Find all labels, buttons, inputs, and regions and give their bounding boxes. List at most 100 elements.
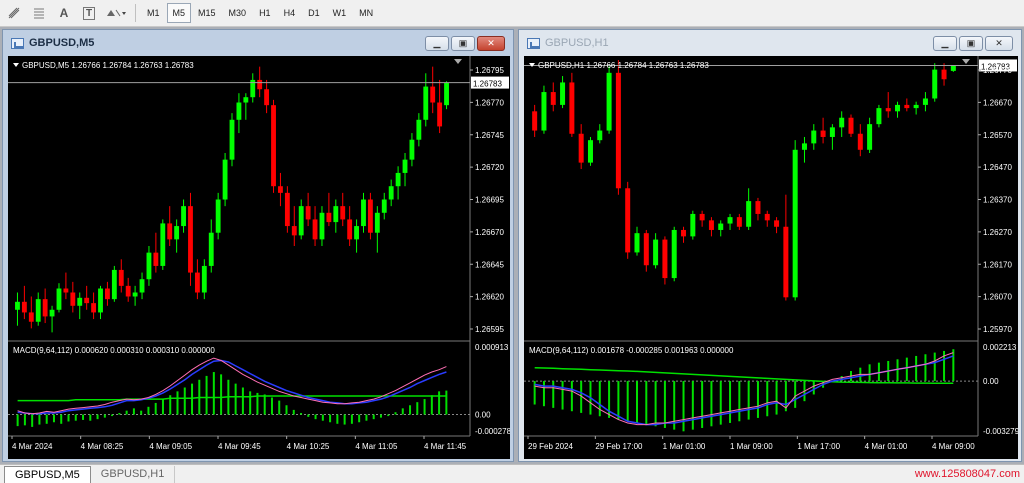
candle-body	[201, 265, 207, 293]
close-button[interactable]: ✕	[985, 36, 1013, 51]
candle-body	[340, 206, 346, 220]
window-titlebar[interactable]: GBPUSD,H1 ▁ ▣ ✕	[519, 30, 1021, 56]
candle-body	[932, 69, 938, 99]
price-tick-label: 1.26795	[475, 66, 504, 75]
timeframe-button-m30[interactable]: M30	[223, 3, 253, 23]
time-tick-label: 29 Feb 17:00	[595, 442, 643, 451]
candle-body	[409, 139, 415, 160]
timeframe-button-w1[interactable]: W1	[327, 3, 353, 23]
candle-body	[643, 233, 649, 266]
price-tick-label: 1.26645	[475, 260, 504, 269]
chart-canvas-h1[interactable]: 1.26783 1.26770 1.26670 1.26570 1.26470 1.263…	[524, 56, 1020, 459]
candle-body	[188, 206, 193, 273]
candle-body	[347, 219, 353, 240]
candle-body	[153, 252, 159, 266]
time-tick-label: 29 Feb 2024	[528, 442, 573, 451]
timeframe-button-h4[interactable]: H4	[278, 3, 302, 23]
candle-body	[606, 72, 612, 131]
close-button[interactable]: ✕	[477, 36, 505, 51]
toolbar-separator	[135, 4, 136, 22]
chart-svg-h1[interactable]: 1.267831.267701.266701.265701.264701.263…	[524, 56, 1020, 459]
chart-window-h1[interactable]: GBPUSD,H1 ▁ ▣ ✕ 1.26783 1.26770 1.26670 1.2…	[518, 29, 1022, 462]
candle-body	[699, 213, 705, 221]
candle-body	[278, 186, 283, 193]
candle-body	[820, 130, 826, 137]
candle-body	[718, 223, 724, 230]
candle-body	[578, 133, 584, 163]
candle-body	[895, 104, 901, 112]
symbol-info-line: GBPUSD,M5 1.26766 1.26784 1.26763 1.2678…	[22, 61, 194, 70]
candle-body	[388, 186, 394, 200]
chart-canvas-m5[interactable]: 1.26783 1.26795 1.26770 1.26745 1.26720 1.266…	[8, 56, 512, 459]
text-icon[interactable]: A	[53, 3, 75, 23]
symbol-info-line: GBPUSD,H1 1.26766 1.26784 1.26763 1.2678…	[538, 61, 709, 70]
timeframe-button-mn[interactable]: MN	[353, 3, 379, 23]
arrows-icon[interactable]	[103, 3, 129, 23]
indicator-tick-label: -0.000278	[475, 427, 510, 436]
candle-body	[532, 111, 538, 131]
candle-body	[746, 201, 752, 227]
fibonacci-icon[interactable]	[28, 3, 50, 23]
price-tick-label: 1.26745	[475, 131, 504, 140]
candle-body	[904, 104, 910, 109]
candle-body	[284, 192, 290, 227]
timeframe-button-d1[interactable]: D1	[302, 3, 326, 23]
time-tick-label: 4 Mar 09:45	[218, 442, 261, 451]
candle-body	[560, 82, 566, 105]
candle-body	[681, 229, 687, 237]
window-titlebar[interactable]: GBPUSD,M5 ▁ ▣ ✕	[3, 30, 513, 56]
timeframe-button-m15[interactable]: M15	[192, 3, 222, 23]
crosshair-icon[interactable]	[3, 3, 25, 23]
timeframe-button-m5[interactable]: M5	[166, 3, 192, 23]
candle-body	[708, 220, 714, 230]
candle-body	[326, 212, 332, 223]
tab-gbpusd-h1[interactable]: GBPUSD,H1	[91, 465, 176, 483]
chart-window-m5[interactable]: GBPUSD,M5 ▁ ▣ ✕ 1.26783 1.26795 1.26770 1.2…	[2, 29, 514, 462]
macd-main-line	[17, 357, 447, 415]
text-label-icon[interactable]: T	[78, 3, 100, 23]
candle-body	[922, 98, 928, 105]
candle-body	[63, 288, 69, 293]
candle-body	[885, 108, 891, 112]
price-tick-label: 1.26070	[983, 293, 1012, 302]
timeframe-button-m1[interactable]: M1	[141, 3, 166, 23]
candle-body	[298, 206, 304, 236]
candle-body	[77, 297, 83, 306]
price-tick-label: 1.26595	[475, 325, 504, 334]
time-tick-label: 1 Mar 17:00	[797, 442, 840, 451]
candle-body	[437, 102, 443, 127]
timeframe-button-h1[interactable]: H1	[253, 3, 277, 23]
price-tick-label: 1.26720	[475, 163, 504, 172]
candle-body	[876, 108, 882, 125]
candle-body	[160, 223, 166, 266]
maximize-button[interactable]: ▣	[959, 36, 983, 51]
minimize-button[interactable]: ▁	[425, 36, 449, 51]
candle-body	[848, 117, 854, 134]
candle-body	[839, 117, 845, 128]
candle-body	[28, 312, 34, 322]
macd-signal-line	[534, 355, 954, 426]
price-tick-label: 1.26370	[983, 196, 1012, 205]
candle-body	[35, 299, 41, 322]
maximize-button[interactable]: ▣	[451, 36, 475, 51]
candle-body	[541, 92, 547, 131]
candle-body	[367, 199, 373, 233]
candle-body	[333, 206, 339, 223]
candle-body	[132, 292, 138, 297]
indicator-label: MACD(9,64,112) 0.000620 0.000310 0.00031…	[13, 346, 215, 355]
candle-body	[764, 213, 770, 221]
candle-body	[615, 72, 621, 189]
minimize-button[interactable]: ▁	[933, 36, 957, 51]
candle-body	[736, 217, 742, 227]
current-price-label: 1.26783	[473, 80, 502, 89]
candle-body	[569, 82, 575, 134]
tab-gbpusd-m5[interactable]: GBPUSD,M5	[4, 465, 91, 483]
time-tick-label: 1 Mar 01:00	[663, 442, 706, 451]
candle-body	[98, 288, 103, 313]
candle-body	[111, 269, 117, 300]
candle-body	[423, 86, 429, 120]
chart-svg-m5[interactable]: 1.26783 1.26795 1.26770 1.26745 1.26720 1.266…	[8, 56, 512, 459]
time-tick-label: 4 Mar 09:00	[932, 442, 975, 451]
price-tick-label: 1.26770	[983, 66, 1012, 75]
candle-body	[774, 220, 780, 227]
